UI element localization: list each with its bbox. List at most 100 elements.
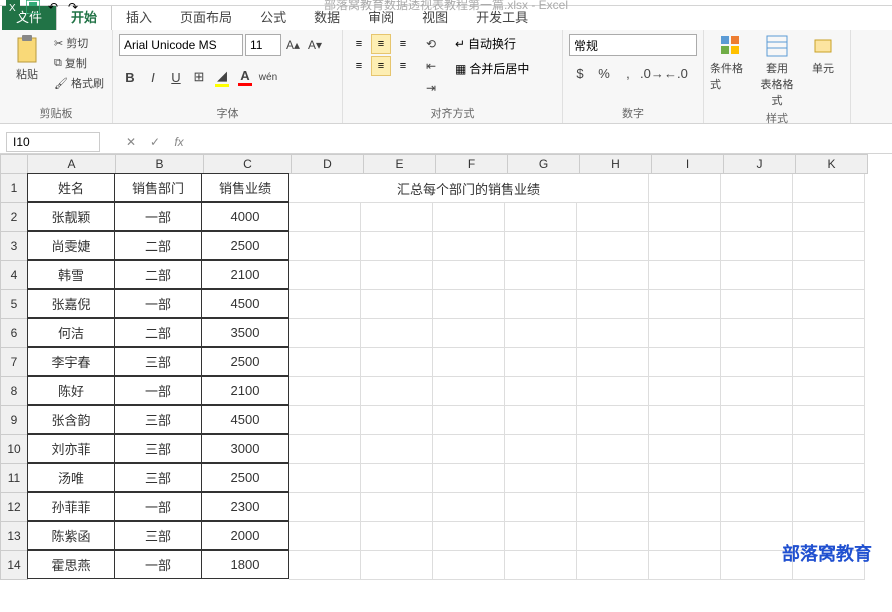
cell[interactable] (361, 551, 433, 580)
cell[interactable] (289, 290, 361, 319)
cell[interactable] (649, 435, 721, 464)
row-header[interactable]: 9 (0, 406, 28, 435)
cell[interactable] (721, 348, 793, 377)
accept-formula-icon[interactable]: ✓ (144, 132, 166, 152)
cell[interactable]: 韩雪 (27, 260, 115, 289)
cell[interactable]: 2500 (201, 463, 289, 492)
cell[interactable] (289, 203, 361, 232)
column-header[interactable]: A (28, 154, 116, 174)
cell[interactable] (433, 551, 505, 580)
column-header[interactable]: E (364, 154, 436, 174)
wrap-text-button[interactable]: ↵自动换行 (453, 34, 531, 53)
cell[interactable] (793, 174, 865, 203)
grow-font-icon[interactable]: A▴ (283, 35, 303, 55)
cell[interactable] (433, 522, 505, 551)
cell[interactable] (361, 319, 433, 348)
row-header[interactable]: 8 (0, 377, 28, 406)
cell[interactable] (289, 232, 361, 261)
cell[interactable]: 三部 (114, 463, 202, 492)
cell[interactable] (649, 232, 721, 261)
row-header[interactable]: 7 (0, 348, 28, 377)
align-center-icon[interactable]: ≡ (371, 56, 391, 76)
cell[interactable] (361, 493, 433, 522)
cell[interactable] (505, 551, 577, 580)
row-header[interactable]: 4 (0, 261, 28, 290)
cell[interactable] (577, 464, 649, 493)
cell[interactable] (649, 377, 721, 406)
copy-button[interactable]: ⧉复制 (52, 54, 106, 72)
table-format-button[interactable]: 套用 表格格式 (756, 34, 798, 108)
indent-inc-icon[interactable]: ⇥ (421, 78, 441, 98)
cell[interactable] (505, 319, 577, 348)
cell[interactable] (577, 348, 649, 377)
cell[interactable] (793, 435, 865, 464)
cell[interactable]: 2500 (201, 231, 289, 260)
cell[interactable] (433, 377, 505, 406)
cell[interactable] (289, 435, 361, 464)
cell[interactable] (577, 319, 649, 348)
number-format-select[interactable] (569, 34, 697, 56)
cell[interactable]: 陈紫函 (27, 521, 115, 550)
column-header[interactable]: H (580, 154, 652, 174)
cell[interactable]: 李宇春 (27, 347, 115, 376)
fill-color-button[interactable]: ◢ (211, 66, 233, 88)
font-size-input[interactable] (245, 34, 281, 56)
cell[interactable] (289, 377, 361, 406)
cell[interactable]: 2100 (201, 376, 289, 405)
cell[interactable]: 销售部门 (114, 173, 202, 202)
cell[interactable]: 孙菲菲 (27, 492, 115, 521)
cells-area[interactable]: 姓名销售部门销售业绩汇总每个部门的销售业绩张靓颖一部4000尚雯婕二部2500韩… (28, 174, 865, 580)
cell[interactable] (577, 203, 649, 232)
cell[interactable] (793, 406, 865, 435)
cell[interactable] (505, 406, 577, 435)
cell[interactable] (649, 261, 721, 290)
cell[interactable] (505, 348, 577, 377)
row-header[interactable]: 5 (0, 290, 28, 319)
tab-formulas[interactable]: 公式 (246, 3, 300, 30)
cell[interactable] (721, 261, 793, 290)
cell[interactable] (289, 319, 361, 348)
cancel-formula-icon[interactable]: ✕ (120, 132, 142, 152)
column-header[interactable]: C (204, 154, 292, 174)
cell[interactable]: 一部 (114, 492, 202, 521)
cell[interactable]: 刘亦菲 (27, 434, 115, 463)
cell[interactable] (577, 261, 649, 290)
merged-title-cell[interactable]: 汇总每个部门的销售业绩 (289, 174, 649, 203)
comma-icon[interactable]: , (617, 62, 639, 84)
bold-button[interactable]: B (119, 66, 141, 88)
cell[interactable] (721, 203, 793, 232)
cell[interactable]: 三部 (114, 434, 202, 463)
cell[interactable] (361, 261, 433, 290)
cell[interactable] (649, 464, 721, 493)
cell[interactable] (289, 261, 361, 290)
cell[interactable] (361, 203, 433, 232)
painter-button[interactable]: 🖌格式刷 (52, 74, 106, 92)
cond-format-button[interactable]: 条件格式 (710, 34, 752, 92)
save-icon[interactable] (24, 0, 42, 16)
tab-insert[interactable]: 插入 (112, 3, 166, 30)
cell[interactable] (649, 319, 721, 348)
row-header[interactable]: 10 (0, 435, 28, 464)
cell[interactable]: 二部 (114, 318, 202, 347)
align-bottom-icon[interactable]: ≡ (393, 34, 413, 54)
cell[interactable]: 二部 (114, 260, 202, 289)
cell[interactable] (793, 232, 865, 261)
fx-icon[interactable]: fx (168, 132, 190, 152)
cell[interactable]: 3500 (201, 318, 289, 347)
cell[interactable]: 何洁 (27, 318, 115, 347)
cell[interactable] (721, 406, 793, 435)
cell[interactable] (433, 290, 505, 319)
row-header[interactable]: 11 (0, 464, 28, 493)
align-left-icon[interactable]: ≡ (349, 56, 369, 76)
row-header[interactable]: 12 (0, 493, 28, 522)
cell[interactable] (433, 493, 505, 522)
cell[interactable] (505, 522, 577, 551)
border-button[interactable]: ⊞ (188, 66, 210, 88)
cell[interactable] (361, 464, 433, 493)
cut-button[interactable]: ✂剪切 (52, 34, 106, 52)
column-header[interactable]: K (796, 154, 868, 174)
cell[interactable] (289, 522, 361, 551)
cell[interactable] (433, 203, 505, 232)
merge-button[interactable]: ▦合并后居中 (453, 59, 531, 78)
cell[interactable] (433, 319, 505, 348)
